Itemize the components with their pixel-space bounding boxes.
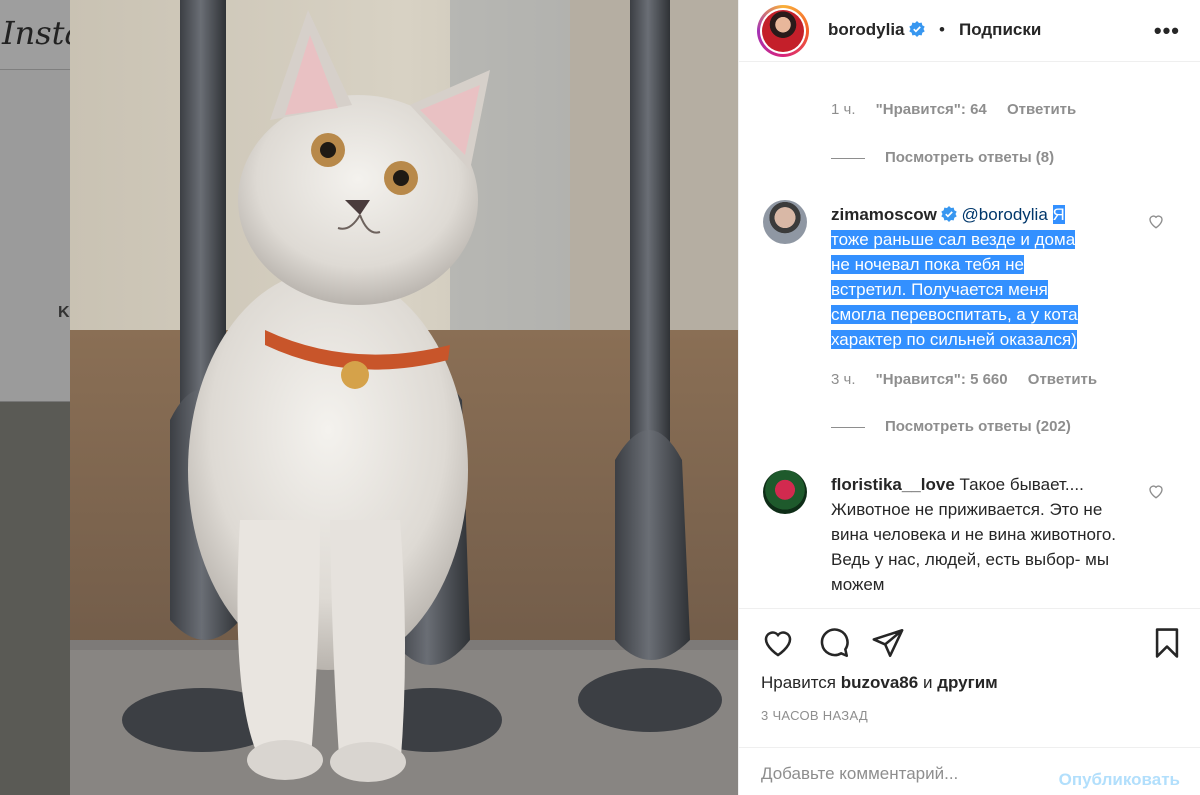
comment-likes[interactable]: "Нравится": 64 <box>876 101 987 118</box>
more-options-icon[interactable]: ••• <box>1154 18 1180 44</box>
selected-text: тоже раньше сал везде и дома <box>831 230 1076 249</box>
likes-suffix: и <box>922 673 933 692</box>
reply-button[interactable]: Ответить <box>1007 101 1076 118</box>
background-logo: Instagram <box>2 14 70 52</box>
selected-text: встретил. Получается меня <box>831 280 1048 299</box>
like-heart-icon[interactable] <box>761 626 795 660</box>
post-sidebar: borodylia • Подписки ••• 1 ч. "Нравится"… <box>738 0 1200 795</box>
comment-meta: 3 ч. "Нравится": 5 660 Ответить <box>831 371 1113 388</box>
bookmark-icon[interactable] <box>1150 626 1184 660</box>
comment-input[interactable] <box>761 764 1021 784</box>
view-replies-label[interactable]: Посмотреть ответы (202) <box>885 418 1071 435</box>
verified-badge-icon <box>908 21 925 37</box>
commenter-avatar[interactable] <box>763 470 807 514</box>
likes-prefix: Нравится <box>761 673 837 692</box>
share-paper-plane-icon[interactable] <box>871 626 905 660</box>
comment-text: floristika__love Такое бывает.... Животн… <box>831 472 1131 597</box>
view-replies-label[interactable]: Посмотреть ответы (8) <box>885 149 1054 166</box>
view-replies-button[interactable]: Посмотреть ответы (202) <box>831 418 1071 435</box>
comments-list[interactable]: 1 ч. "Нравится": 64 Ответить Посмотреть … <box>739 62 1200 609</box>
background-profile-initial: K <box>58 304 70 321</box>
reply-button[interactable]: Ответить <box>1028 371 1097 388</box>
comment-meta: 1 ч. "Нравится": 64 Ответить <box>831 101 1092 118</box>
author-username-text[interactable]: borodylia <box>828 20 905 39</box>
post-photo <box>70 0 738 795</box>
background-profile-card: K <box>0 70 70 402</box>
post-actions <box>739 612 1200 672</box>
selected-text: характер по сильней оказался) <box>831 330 1077 349</box>
replies-line <box>831 157 865 159</box>
selected-text: не ночевал пока тебя не <box>831 255 1024 274</box>
likes-summary: Нравится buzova86 и другим <box>761 673 998 693</box>
header-dot: • <box>939 20 945 39</box>
selected-text: Я <box>1052 205 1065 224</box>
view-replies-button[interactable]: Посмотреть ответы (8) <box>831 149 1054 166</box>
replies-line <box>831 426 865 428</box>
likes-others[interactable]: другим <box>937 673 998 692</box>
publish-button[interactable]: Опубликовать <box>1059 770 1180 790</box>
background-header: Instagram <box>0 0 70 70</box>
following-button[interactable]: Подписки <box>959 20 1041 40</box>
post-header: borodylia • Подписки ••• <box>739 0 1200 62</box>
verified-badge-icon <box>941 206 957 222</box>
author-username[interactable]: borodylia <box>828 20 925 40</box>
add-comment-bar: Опубликовать <box>739 747 1200 795</box>
background-page: Instagram K <box>0 0 70 795</box>
comment-mention[interactable]: @borodylia <box>962 205 1048 224</box>
commenter-avatar[interactable] <box>763 200 807 244</box>
comment-likes[interactable]: "Нравится": 5 660 <box>876 371 1008 388</box>
like-comment-heart-icon[interactable] <box>1147 482 1165 500</box>
background-lower <box>0 402 70 795</box>
comment-username[interactable]: zimamoscow <box>831 205 937 224</box>
comment-username[interactable]: floristika__love <box>831 475 955 494</box>
like-comment-heart-icon[interactable] <box>1147 212 1165 230</box>
post-timestamp[interactable]: 3 ЧАСОВ НАЗАД <box>761 708 868 723</box>
selected-text: смогла перевоспитать, а у кота <box>831 305 1078 324</box>
author-avatar[interactable] <box>757 5 809 57</box>
comment-text: zimamoscow @borodylia Я тоже раньше сал … <box>831 202 1131 352</box>
comment-time[interactable]: 1 ч. <box>831 101 856 118</box>
comment-time[interactable]: 3 ч. <box>831 371 856 388</box>
comment-bubble-icon[interactable] <box>817 626 851 660</box>
likes-user[interactable]: buzova86 <box>841 673 918 692</box>
